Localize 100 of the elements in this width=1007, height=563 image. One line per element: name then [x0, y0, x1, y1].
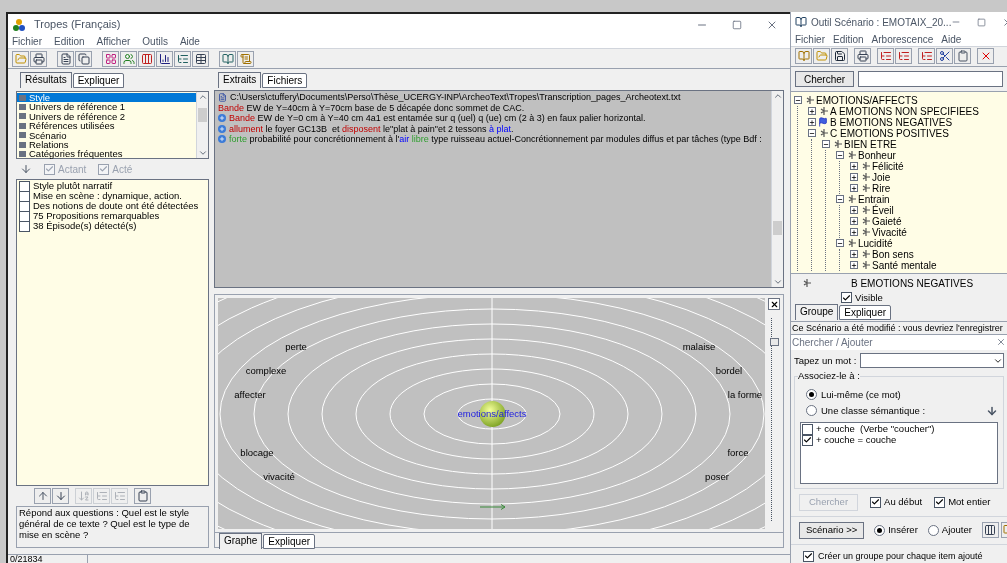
down-arrow-icon[interactable]	[20, 163, 32, 175]
checkbox[interactable]	[934, 496, 946, 508]
expand-toggle[interactable]	[850, 217, 858, 226]
columns-icon[interactable]	[138, 50, 155, 67]
tab[interactable]: Expliquer	[72, 73, 125, 88]
radio-button[interactable]	[874, 524, 886, 536]
plus-bullet-icon[interactable]	[218, 124, 226, 133]
slider-track[interactable]	[768, 318, 780, 522]
checkbox[interactable]	[19, 220, 30, 232]
checkbox[interactable]	[19, 210, 30, 222]
word-node[interactable]: blocage	[240, 446, 274, 461]
plus-bullet-icon[interactable]	[218, 114, 226, 122]
delete-icon[interactable]	[977, 48, 994, 65]
checkbox[interactable]	[841, 292, 852, 304]
expand-toggle[interactable]	[850, 250, 858, 259]
fork-icon[interactable]	[860, 183, 870, 194]
fork-icon[interactable]	[860, 161, 870, 172]
tab[interactable]: Expliquer	[839, 304, 892, 320]
expand-toggle[interactable]	[850, 261, 858, 270]
search-button[interactable]: Chercher	[795, 70, 855, 87]
menu-item[interactable]: Aide	[179, 34, 200, 49]
list-icon[interactable]	[174, 50, 191, 67]
fork-icon[interactable]	[846, 194, 856, 205]
scenario-button[interactable]: Scénario >>	[799, 521, 865, 539]
scroll-thumb[interactable]	[198, 108, 207, 122]
scissors-icon[interactable]	[936, 48, 953, 65]
scroll-thumb[interactable]	[773, 221, 782, 235]
scrollbar[interactable]	[196, 92, 208, 158]
expand-toggle[interactable]	[836, 195, 844, 204]
expand-toggle[interactable]	[822, 140, 830, 149]
checkbox[interactable]	[19, 180, 30, 192]
expand-toggle[interactable]	[808, 129, 816, 138]
menu-item[interactable]: Outils	[142, 34, 168, 49]
grid-icon[interactable]	[102, 50, 119, 67]
menu-item[interactable]: Afficher	[96, 34, 131, 49]
word-node[interactable]: malaise	[682, 340, 716, 355]
expand-toggle[interactable]	[836, 151, 844, 160]
bar-chart-icon[interactable]	[156, 50, 173, 67]
list-item[interactable]: Univers de référence 1	[17, 102, 196, 112]
menu-item[interactable]: Arborescence	[871, 31, 934, 47]
expand-toggle[interactable]	[836, 239, 844, 248]
scroll-up-icon[interactable]	[772, 91, 783, 101]
slider-thumb[interactable]	[769, 337, 779, 346]
menu-item[interactable]: Aide	[941, 31, 962, 47]
word-node[interactable]: bordel	[715, 364, 743, 379]
list-item[interactable]: Références utilisées	[17, 121, 196, 131]
fork-icon[interactable]	[860, 172, 870, 183]
down-arrow-icon[interactable]	[986, 404, 998, 417]
plus-bullet-icon[interactable]	[218, 135, 226, 143]
word-node[interactable]: perte	[285, 340, 307, 355]
expand-toggle[interactable]	[850, 206, 858, 215]
expand-toggle[interactable]	[808, 107, 816, 116]
scroll-icon[interactable]	[237, 50, 254, 67]
radio-button[interactable]	[806, 389, 817, 401]
checkbox[interactable]	[19, 190, 30, 202]
tab[interactable]: Extraits	[218, 72, 262, 88]
word-node[interactable]: force	[727, 446, 749, 461]
save-icon[interactable]	[831, 48, 848, 65]
fork-icon[interactable]	[804, 95, 814, 106]
printer-icon[interactable]	[854, 48, 871, 65]
list-item[interactable]: Style	[17, 93, 196, 103]
fork-icon[interactable]	[846, 238, 856, 249]
tab[interactable]: Expliquer	[263, 534, 316, 550]
list-item[interactable]: Catégories fréquentes	[17, 149, 196, 159]
clipboard-icon[interactable]	[134, 488, 151, 504]
checkbox[interactable]	[802, 423, 813, 435]
copy-icon[interactable]	[75, 50, 92, 67]
fork-icon[interactable]	[860, 205, 870, 216]
fork-icon[interactable]	[860, 216, 870, 227]
fork-icon[interactable]	[846, 150, 856, 161]
tree-icon[interactable]	[895, 48, 912, 65]
radio-button[interactable]	[927, 524, 939, 536]
checkbox[interactable]	[803, 550, 814, 562]
fork-icon[interactable]	[860, 227, 870, 238]
menu-item[interactable]: Edition	[54, 34, 85, 49]
expand-toggle[interactable]	[850, 162, 858, 171]
radio-button[interactable]	[806, 405, 817, 417]
expand-toggle[interactable]	[850, 173, 858, 182]
checkbox[interactable]	[802, 434, 813, 446]
tab[interactable]: Groupe	[795, 303, 839, 320]
word-combo-box[interactable]	[860, 353, 1004, 369]
menu-item[interactable]: Edition	[833, 31, 864, 47]
fork-icon[interactable]	[818, 106, 828, 117]
scrollbar[interactable]	[771, 91, 783, 288]
word-node[interactable]: poser	[705, 470, 729, 485]
printer-icon[interactable]	[30, 50, 47, 67]
expand-toggle[interactable]	[850, 184, 858, 193]
close-button[interactable]	[768, 298, 780, 311]
word-node[interactable]: la forme	[727, 388, 763, 403]
flag-icon[interactable]	[818, 117, 828, 128]
word-node[interactable]: complexe	[245, 364, 287, 379]
search-field[interactable]	[858, 70, 1003, 87]
clipboard-icon[interactable]	[954, 48, 971, 65]
tab[interactable]: Fichiers	[262, 73, 308, 88]
fork-icon[interactable]	[832, 139, 842, 150]
document-icon[interactable]	[57, 50, 74, 67]
word-node[interactable]: affecter	[234, 388, 266, 403]
table-icon[interactable]	[192, 50, 209, 67]
checkbox[interactable]	[19, 200, 30, 212]
tab[interactable]: Résultats	[20, 72, 72, 88]
